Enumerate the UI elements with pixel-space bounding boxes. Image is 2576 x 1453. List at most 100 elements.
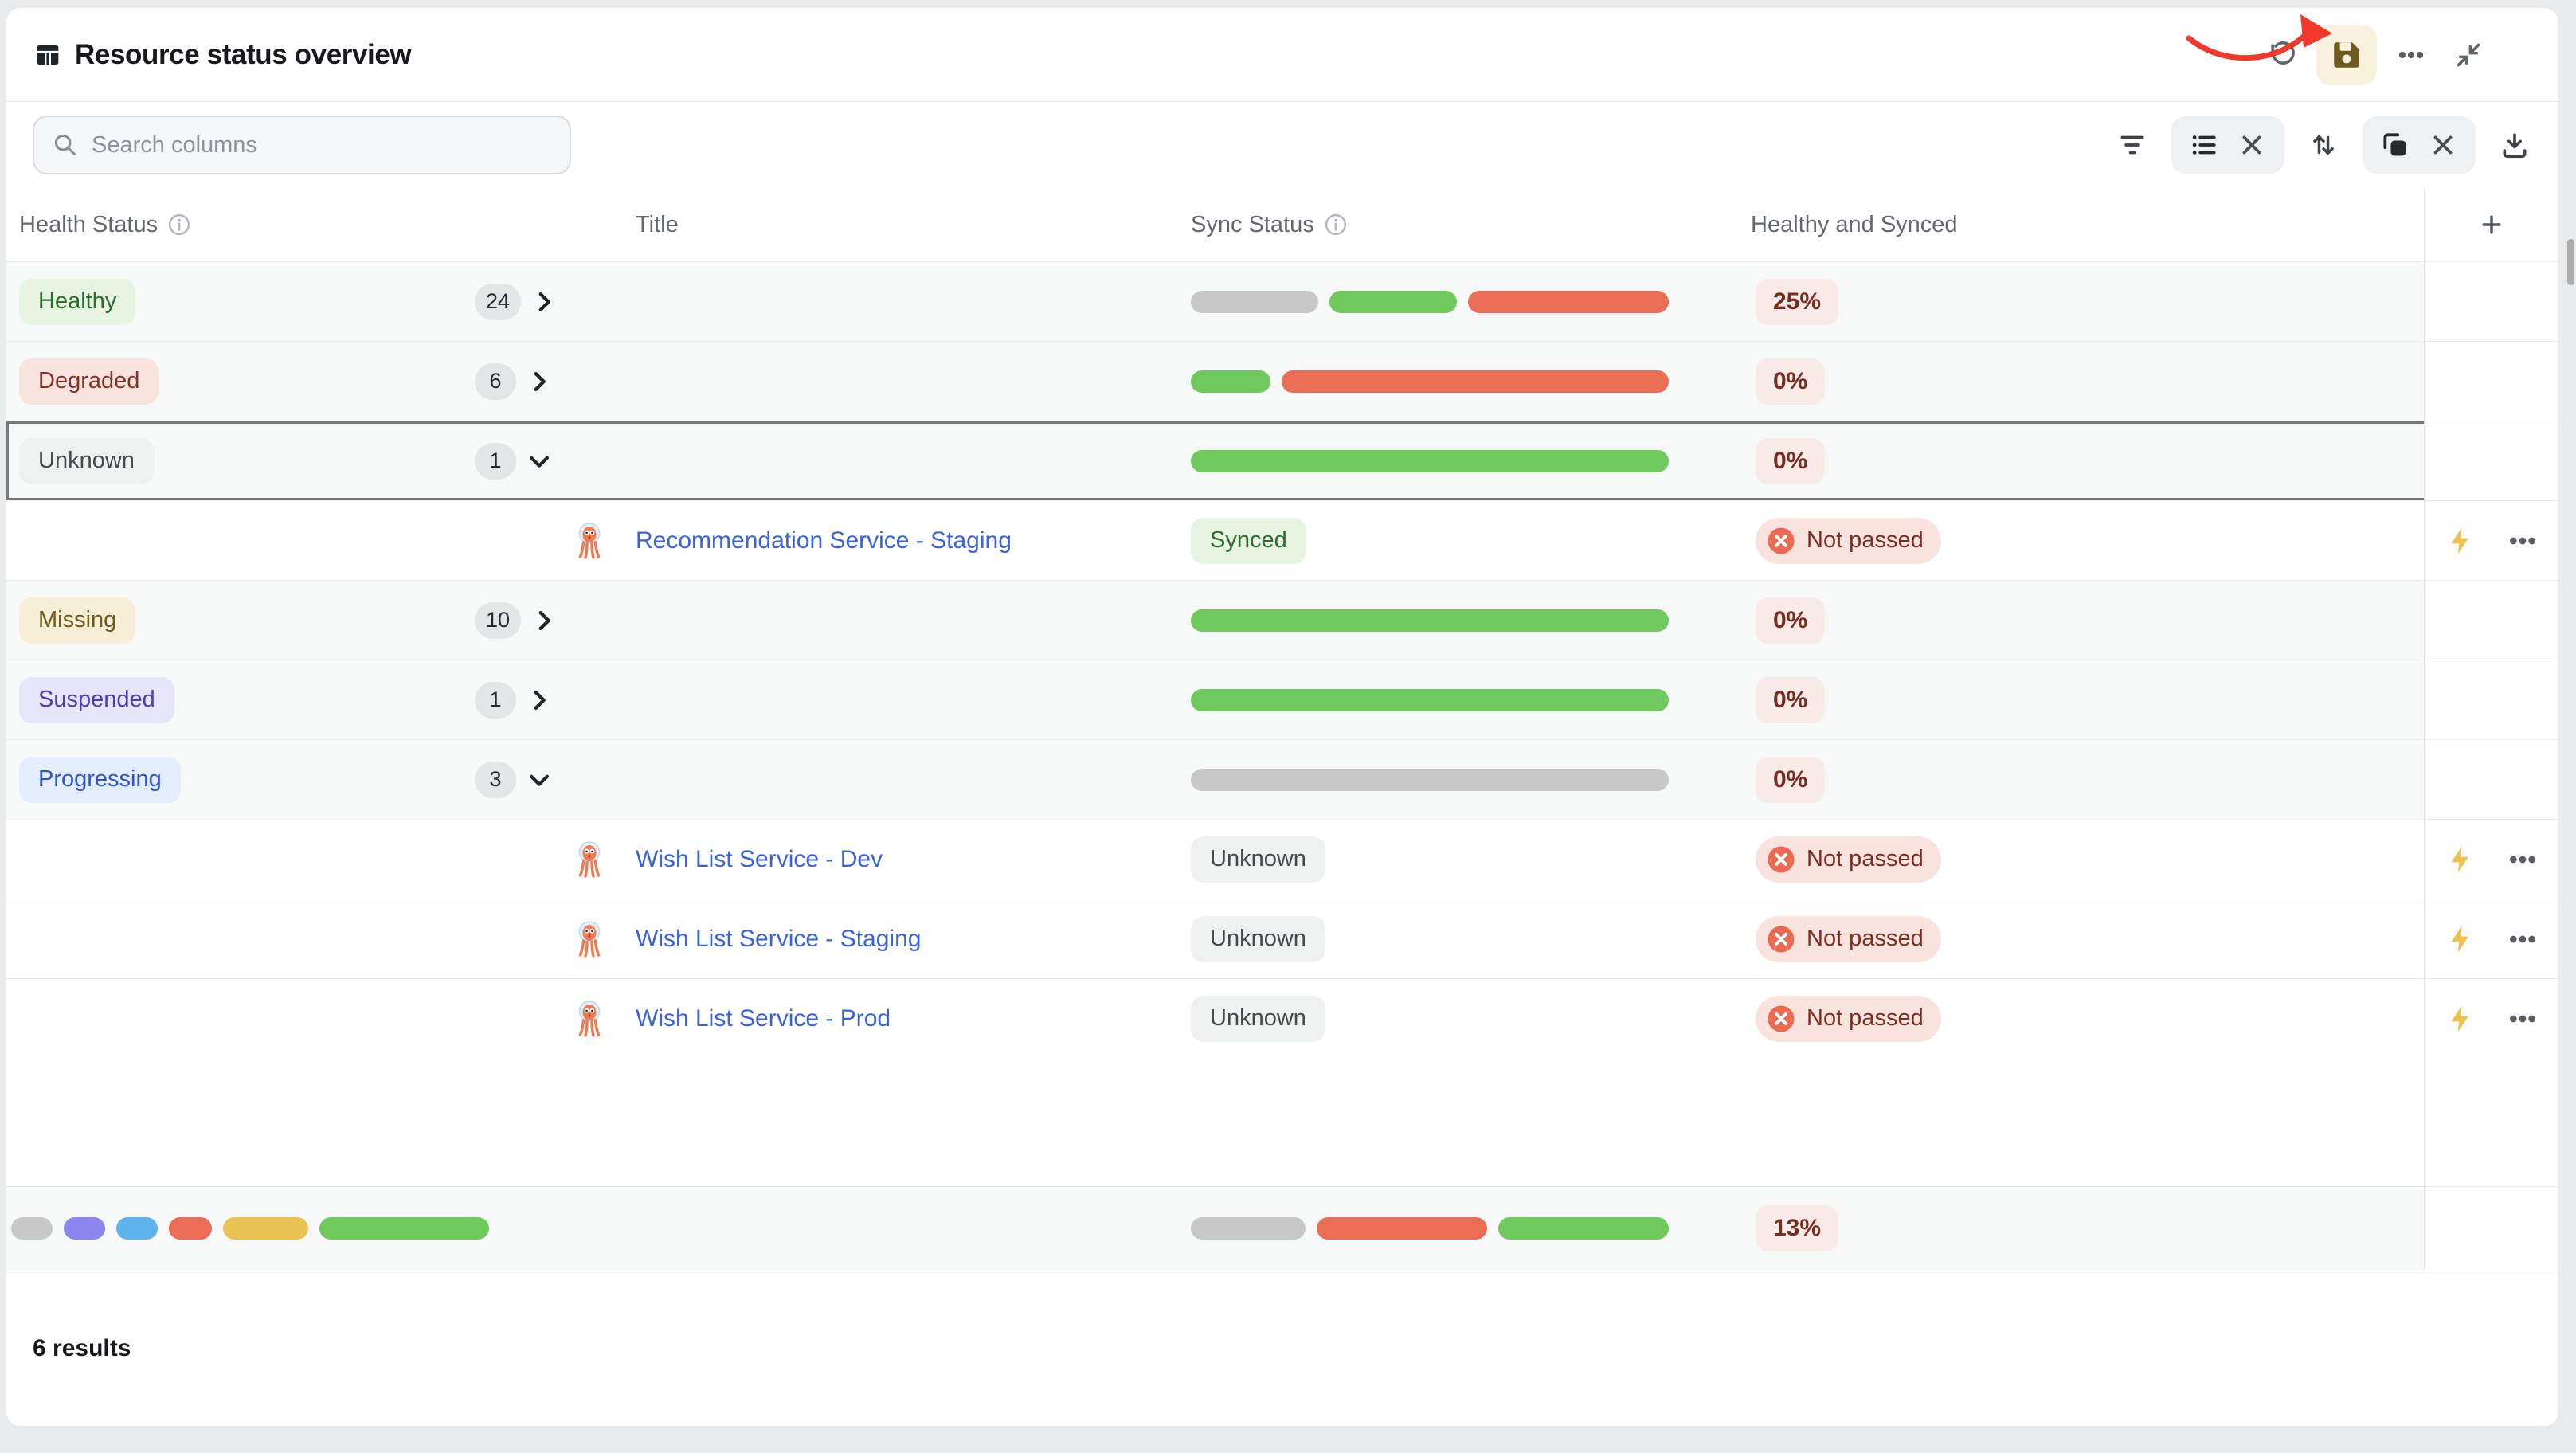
table-header-row: Health Status Title Sync Status Healthy … [6, 188, 2558, 261]
service-octopus-icon [575, 523, 604, 559]
check-status-chip: Not passed [1756, 518, 1941, 564]
collapse-widget-button[interactable] [2445, 32, 2492, 78]
sync-status-chip: Unknown [1191, 916, 1325, 962]
table-row-progressing[interactable]: Progressing 3 0% [6, 739, 2558, 819]
entity-link[interactable]: Wish List Service - Prod [636, 1005, 891, 1032]
expand-toggle[interactable] [526, 448, 553, 475]
row-menu-icon[interactable] [2507, 1003, 2539, 1035]
run-action-icon[interactable] [2445, 923, 2476, 955]
sort-icon[interactable] [2308, 130, 2339, 160]
info-icon[interactable] [167, 213, 191, 237]
save-button[interactable] [2316, 25, 2377, 85]
titlebar-actions [2259, 25, 2530, 85]
check-status-chip: Not passed [1756, 916, 1941, 962]
sync-status-summary-bar [1191, 1217, 1669, 1240]
collapse-icon [2453, 40, 2484, 70]
health-status-chip: Progressing [19, 757, 181, 803]
chevron-right-icon [530, 607, 558, 634]
sync-status-bar [1191, 769, 1669, 791]
healthy-synced-chip: 25% [1756, 279, 1838, 325]
list-icon[interactable] [2189, 130, 2219, 160]
download-icon[interactable] [2500, 130, 2530, 160]
table-row-entity[interactable]: Recommendation Service - Staging Synced … [6, 500, 2558, 580]
save-icon [2330, 38, 2363, 72]
group-count-badge: 3 [475, 762, 516, 798]
expand-toggle[interactable] [530, 607, 558, 634]
row-menu-icon[interactable] [2507, 844, 2539, 875]
clear-group-by-icon[interactable] [2428, 130, 2458, 160]
col-sync-status: Sync Status [1191, 212, 1314, 238]
table-row-degraded[interactable]: Degraded 6 0% [6, 341, 2558, 421]
list-view-pill [2171, 116, 2284, 174]
service-octopus-icon [575, 921, 604, 958]
sync-status-bar [1191, 689, 1669, 711]
search-box [33, 116, 571, 174]
service-octopus-icon [575, 1001, 604, 1037]
healthy-synced-chip: 0% [1756, 597, 1825, 644]
ellipsis-icon [2396, 40, 2426, 70]
sync-status-bar [1191, 450, 1669, 472]
group-count-badge: 1 [475, 443, 516, 480]
check-status-chip: Not passed [1756, 836, 1941, 883]
undo-icon [2267, 40, 2297, 70]
vertical-scrollbar[interactable] [2567, 239, 2574, 285]
col-healthy-and-synced: Healthy and Synced [1751, 212, 1958, 238]
reset-button[interactable] [2259, 32, 2305, 78]
chevron-down-icon [526, 766, 553, 793]
plus-icon [2478, 211, 2505, 238]
search-icon [52, 131, 79, 159]
sync-status-chip: Unknown [1191, 996, 1325, 1042]
add-column-button[interactable] [2470, 203, 2513, 246]
healthy-synced-chip: 0% [1756, 677, 1825, 723]
run-action-icon[interactable] [2445, 525, 2476, 557]
table-row-suspended[interactable]: Suspended 1 0% [6, 660, 2558, 739]
entity-link[interactable]: Recommendation Service - Staging [636, 527, 1012, 554]
table-row-entity[interactable]: Wish List Service - Prod Unknown Not pas… [6, 978, 2558, 1058]
page-title: Resource status overview [75, 39, 411, 71]
expand-toggle[interactable] [530, 288, 558, 315]
row-menu-icon[interactable] [2507, 525, 2539, 557]
table-row-missing[interactable]: Missing 10 0% [6, 580, 2558, 660]
expand-toggle[interactable] [526, 687, 553, 714]
clear-list-view-icon[interactable] [2237, 130, 2267, 160]
group-count-badge: 1 [475, 682, 516, 719]
row-menu-icon[interactable] [2507, 923, 2539, 955]
run-action-icon[interactable] [2445, 1003, 2476, 1035]
table-row-entity[interactable]: Wish List Service - Staging Unknown Not … [6, 899, 2558, 978]
search-input[interactable] [92, 132, 552, 159]
x-circle-icon [1767, 527, 1795, 555]
chevron-down-icon [526, 448, 553, 475]
expand-toggle[interactable] [526, 766, 553, 793]
group-by-icon[interactable] [2380, 130, 2410, 160]
entity-link[interactable]: Wish List Service - Dev [636, 846, 883, 873]
group-count-badge: 24 [475, 284, 521, 320]
more-options-button[interactable] [2388, 32, 2434, 78]
results-count: 6 results [6, 1271, 2558, 1427]
empty-area [6, 1058, 2558, 1186]
table-row-unknown[interactable]: Unknown 1 0% [6, 421, 2558, 500]
chevron-right-icon [526, 368, 553, 395]
x-circle-icon [1767, 925, 1795, 954]
entity-link[interactable]: Wish List Service - Staging [636, 926, 921, 953]
sync-status-chip: Synced [1191, 518, 1306, 564]
health-status-summary-bar [11, 1217, 489, 1240]
filter-icon[interactable] [2117, 130, 2147, 160]
service-octopus-icon [575, 841, 604, 878]
sync-status-chip: Unknown [1191, 836, 1325, 883]
chevron-right-icon [530, 288, 558, 315]
healthy-synced-summary-chip: 13% [1756, 1205, 1838, 1251]
table-row-healthy[interactable]: Healthy 24 25% [6, 261, 2558, 341]
run-action-icon[interactable] [2445, 844, 2476, 875]
x-circle-icon [1767, 1005, 1795, 1033]
table-row-entity[interactable]: Wish List Service - Dev Unknown Not pass… [6, 819, 2558, 899]
group-count-badge: 6 [475, 363, 516, 400]
expand-toggle[interactable] [526, 368, 553, 395]
table-toolbar [6, 102, 2558, 188]
info-icon[interactable] [1324, 213, 1348, 237]
health-status-chip: Degraded [19, 358, 159, 405]
sync-status-bar [1191, 291, 1669, 313]
group-by-pill [2363, 116, 2476, 174]
sync-status-bar [1191, 609, 1669, 632]
sync-status-bar [1191, 370, 1669, 393]
group-count-badge: 10 [475, 602, 521, 639]
